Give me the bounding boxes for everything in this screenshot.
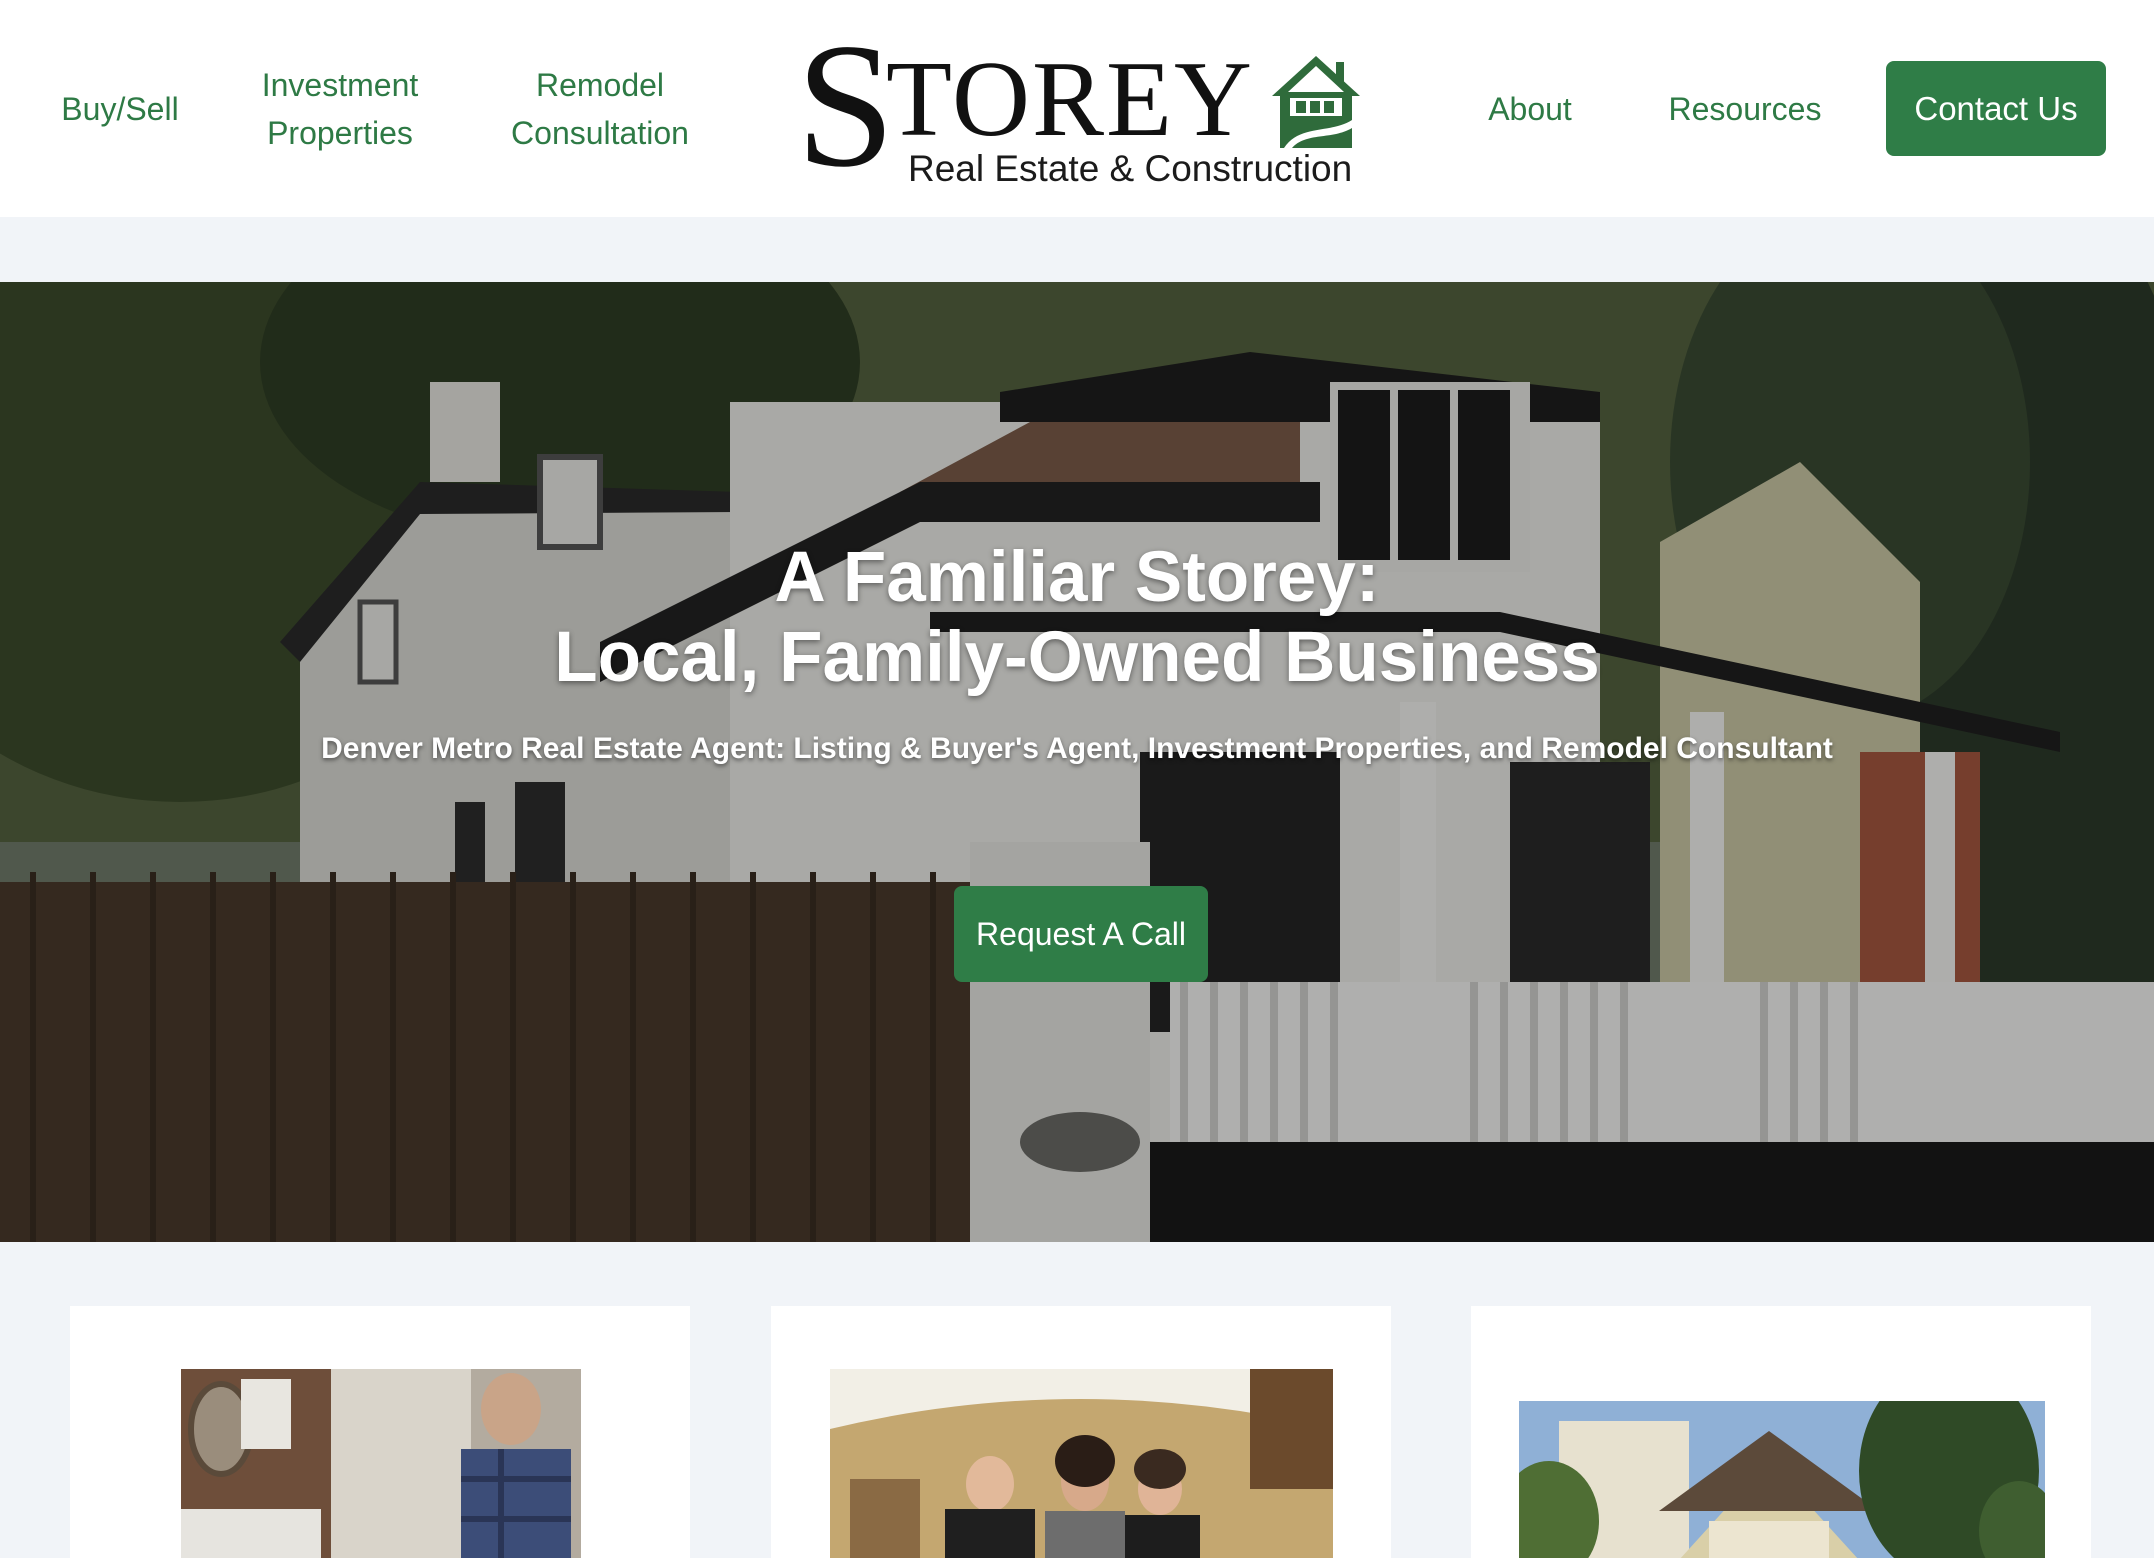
hero-title-line2: Local, Family-Owned Business	[554, 618, 1600, 697]
nav-remodel-line2: Consultation	[511, 115, 689, 151]
feature-card-team	[771, 1306, 1391, 1558]
nav-remodel-line1: Remodel	[535, 67, 665, 103]
card-photo-investment	[1519, 1401, 2045, 1558]
storey-logo[interactable]: S TOREY Real Estate & Construction	[796, 16, 1366, 194]
nav-investment-properties[interactable]: Investment Properties	[240, 61, 440, 157]
nav-resources[interactable]: Resources	[1650, 85, 1840, 133]
house-icon	[1272, 56, 1360, 148]
feature-card-investment	[1471, 1306, 2091, 1558]
hero-title-line1: A Familiar Storey:	[774, 538, 1380, 617]
logo-wordmark: TOREY	[886, 40, 1255, 159]
card-photo-remodel	[181, 1369, 581, 1558]
nav-investment-line2: Properties	[267, 115, 413, 151]
logo-tagline: Real Estate & Construction	[908, 148, 1353, 189]
logo-initial: S	[796, 6, 895, 204]
hero-section: A Familiar Storey: Local, Family-Owned B…	[0, 282, 2154, 1242]
nav-remodel-consultation[interactable]: Remodel Consultation	[490, 61, 710, 157]
request-a-call-button[interactable]: Request A Call	[954, 886, 1208, 982]
nav-about[interactable]: About	[1470, 85, 1590, 133]
card-photo-team	[830, 1369, 1333, 1558]
feature-card-remodel	[70, 1306, 690, 1558]
hero-subtitle: Denver Metro Real Estate Agent: Listing …	[321, 732, 1833, 765]
contact-us-button[interactable]: Contact Us	[1886, 61, 2106, 156]
hero-title: A Familiar Storey: Local, Family-Owned B…	[0, 538, 2154, 698]
nav-investment-line1: Investment	[261, 67, 419, 103]
site-header: Buy/Sell Investment Properties Remodel C…	[0, 0, 2154, 217]
nav-buy-sell[interactable]: Buy/Sell	[40, 85, 200, 133]
